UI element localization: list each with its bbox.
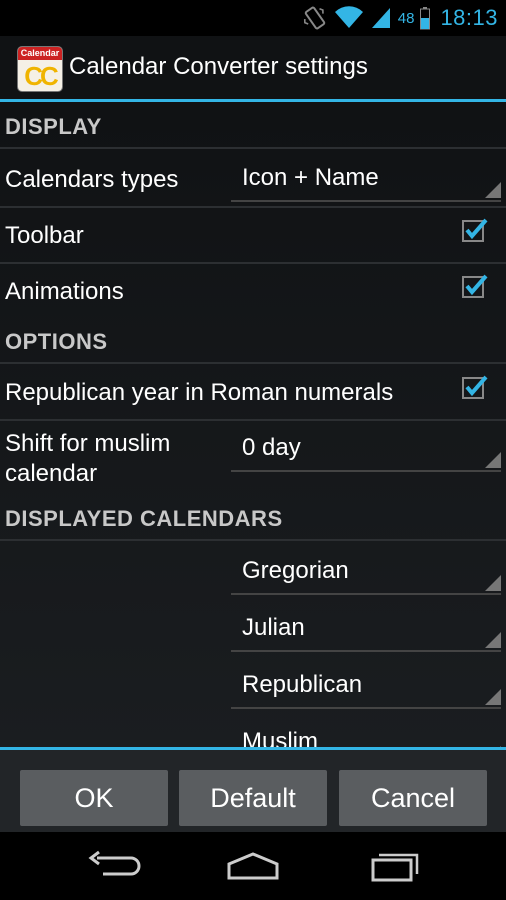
back-icon[interactable] bbox=[83, 848, 143, 884]
muslim-shift-spinner[interactable]: 0 day bbox=[231, 422, 501, 472]
checkmark-icon bbox=[462, 218, 488, 242]
checkmark-icon bbox=[462, 274, 488, 298]
muslim-shift-label-line2: calendar bbox=[5, 460, 98, 487]
toolbar-checkbox[interactable] bbox=[462, 217, 488, 243]
calendar-spinner-3[interactable]: Republican bbox=[231, 659, 501, 709]
navigation-bar bbox=[0, 832, 506, 900]
default-button[interactable]: Default bbox=[179, 770, 327, 826]
calendar-spinner-value: Republican bbox=[242, 671, 363, 698]
calendar-types-value: Icon + Name bbox=[242, 164, 379, 191]
battery-level: 48 bbox=[397, 9, 415, 27]
spinner-arrow-icon bbox=[485, 689, 501, 705]
home-icon[interactable] bbox=[223, 848, 283, 884]
calendar-spinner-2[interactable]: Julian bbox=[231, 602, 501, 652]
calendar-types-spinner[interactable]: Icon + Name bbox=[231, 152, 501, 202]
divider bbox=[0, 362, 506, 364]
muslim-shift-value: 0 day bbox=[242, 434, 301, 461]
muslim-shift-label-line1: Shift for muslim bbox=[5, 430, 171, 457]
roman-numerals-label: Republican year in Roman numerals bbox=[5, 379, 394, 406]
clock: 18:13 bbox=[440, 5, 498, 30]
calendar-spinner-value: Julian bbox=[242, 614, 305, 641]
calendar-spinner-4[interactable]: Muslim bbox=[231, 716, 501, 748]
vibrate-icon bbox=[302, 5, 328, 31]
calendar-spinner-value: Muslim bbox=[242, 728, 318, 748]
section-header-display: DISPLAY bbox=[5, 114, 102, 139]
ok-button[interactable]: OK bbox=[20, 770, 168, 826]
title-bar: Calendar CC Calendar Converter settings bbox=[0, 36, 506, 100]
divider bbox=[0, 539, 506, 541]
divider bbox=[0, 206, 506, 208]
toolbar-label: Toolbar bbox=[5, 222, 84, 249]
roman-numerals-checkbox[interactable] bbox=[462, 374, 488, 400]
page-title: Calendar Converter settings bbox=[69, 53, 368, 80]
divider bbox=[0, 147, 506, 149]
status-icons: 48 18:13 bbox=[302, 2, 498, 34]
signal-icon bbox=[370, 6, 392, 30]
spinner-arrow-icon bbox=[485, 182, 501, 198]
app-icon: Calendar CC bbox=[17, 46, 63, 92]
status-bar: 48 18:13 bbox=[0, 0, 506, 36]
wifi-icon bbox=[334, 6, 364, 30]
calendar-types-label: Calendars types bbox=[5, 166, 179, 193]
app-icon-band: Calendar bbox=[18, 47, 62, 60]
divider bbox=[0, 262, 506, 264]
spinner-arrow-icon bbox=[485, 452, 501, 468]
calendar-spinner-1[interactable]: Gregorian bbox=[231, 545, 501, 595]
cancel-button[interactable]: Cancel bbox=[339, 770, 487, 826]
recent-apps-icon[interactable] bbox=[365, 848, 425, 884]
section-header-displayed-calendars: DISPLAYED CALENDARS bbox=[5, 506, 283, 531]
battery-icon bbox=[420, 6, 431, 30]
divider bbox=[0, 419, 506, 421]
button-bar: OK Default Cancel bbox=[0, 750, 506, 832]
calendar-spinner-value: Gregorian bbox=[242, 557, 349, 584]
animations-label: Animations bbox=[5, 278, 124, 305]
section-header-options: OPTIONS bbox=[5, 329, 108, 354]
spinner-arrow-icon bbox=[485, 632, 501, 648]
app-icon-letters: CC bbox=[24, 61, 59, 91]
spinner-arrow-icon bbox=[485, 575, 501, 591]
animations-checkbox[interactable] bbox=[462, 273, 488, 299]
checkmark-icon bbox=[462, 375, 488, 399]
settings-list[interactable]: DISPLAY Calendars types Icon + Name Tool… bbox=[0, 102, 506, 748]
